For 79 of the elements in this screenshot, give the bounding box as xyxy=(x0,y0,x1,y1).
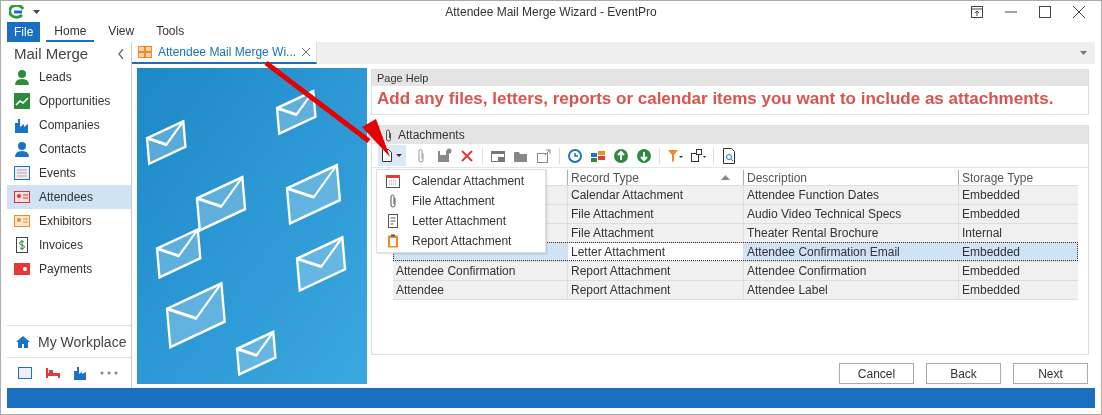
sidebar-item[interactable]: Opportunities xyxy=(7,89,131,113)
document-tab-label: Attendee Mail Merge Wi... xyxy=(158,45,297,59)
table-cell: Letter Attachment xyxy=(571,245,666,259)
person-icon xyxy=(14,141,30,157)
preview-icon[interactable] xyxy=(721,147,737,164)
table-cell: Theater Rental Brochure xyxy=(747,226,879,240)
table-cell: Embedded xyxy=(962,245,1021,259)
table-cell: Attendee Confirmation Email xyxy=(747,245,900,259)
table-cell: Embedded xyxy=(962,264,1021,278)
table-cell: Audio Video Technical Specs xyxy=(747,207,902,221)
home-icon xyxy=(16,335,30,348)
wizard-button[interactable]: Cancel xyxy=(839,363,914,384)
table-cell: Calendar Attachment xyxy=(571,188,684,202)
ribbon-tab[interactable]: Tools xyxy=(148,22,193,42)
ribbon-tab[interactable]: Home xyxy=(46,22,95,42)
table-cell: Attendee Confirmation xyxy=(747,264,867,278)
collapse-icon[interactable] xyxy=(118,48,124,59)
window-title: Attendee Mail Merge Wizard - EventPro xyxy=(445,4,657,19)
table-cell: Attendee Label xyxy=(747,283,828,297)
table-row[interactable]: Attendee Confirmation Report Attachment Attendee Confirmation Embedded xyxy=(393,261,1078,280)
table-cell: Attendee Function Dates xyxy=(747,188,880,202)
sidebar-item[interactable]: Leads xyxy=(7,65,131,89)
delete-icon[interactable] xyxy=(459,147,475,164)
factory-icon[interactable] xyxy=(74,366,86,380)
document-tab[interactable]: Attendee Mail Merge Wi... xyxy=(132,42,318,64)
page-help-text: Add any files, letters, reports or calendar items you want to include as attachments. xyxy=(376,88,1055,110)
minimize-icon[interactable] xyxy=(1005,10,1017,13)
ribbon-tab[interactable]: View xyxy=(100,22,143,42)
bed-icon[interactable] xyxy=(46,368,60,378)
table-cell: File Attachment xyxy=(571,226,654,240)
caret-icon xyxy=(396,154,402,157)
clipboard-icon xyxy=(386,234,400,248)
table-cell: Embedded xyxy=(962,188,1021,202)
table-cell: Attendee Confirmation xyxy=(396,264,516,278)
person-icon xyxy=(14,69,30,85)
sidebar-item[interactable]: Payments xyxy=(7,257,131,281)
wizard-button[interactable]: Back xyxy=(926,363,1001,384)
sidebar-item[interactable]: Exhibitors xyxy=(7,209,131,233)
id-card-icon xyxy=(14,189,30,205)
app-logo-icon xyxy=(9,4,25,19)
table-cell: Report Attachment xyxy=(571,283,671,297)
paperclip-icon xyxy=(385,128,392,142)
file-tab[interactable]: File xyxy=(7,22,41,42)
sidebar-item[interactable]: Attendees xyxy=(7,185,131,209)
sidebar-item[interactable]: Events xyxy=(7,161,131,185)
table-cell: Report Attachment xyxy=(571,264,671,278)
factory-icon xyxy=(14,117,30,133)
close-icon[interactable] xyxy=(302,48,311,56)
more-icon[interactable] xyxy=(100,371,118,375)
new-button[interactable] xyxy=(378,145,406,166)
wizard-icon xyxy=(138,46,152,58)
filter-icon[interactable] xyxy=(667,147,683,164)
sidebar-item[interactable]: Companies xyxy=(7,113,131,137)
export-icon[interactable] xyxy=(536,147,552,164)
table-cell: Embedded xyxy=(962,207,1021,221)
table-cell: Attendee xyxy=(396,283,445,297)
attachments-header: Attachments xyxy=(398,128,465,142)
my-workplace-link[interactable]: My Workplace xyxy=(38,333,127,350)
caret-icon[interactable] xyxy=(33,9,40,14)
restore-ribbon-icon[interactable] xyxy=(971,5,983,18)
sidebar-item[interactable]: Contacts xyxy=(7,137,131,161)
page-help-header: Page Help xyxy=(372,70,1088,86)
chart-icon xyxy=(14,93,30,109)
close-icon[interactable] xyxy=(1073,5,1085,18)
table-cell: Embedded xyxy=(962,283,1021,297)
sidebar-item[interactable]: Invoices xyxy=(7,233,131,257)
wizard-button[interactable]: Next xyxy=(1013,363,1088,384)
dollar-icon xyxy=(14,237,30,253)
maximize-icon[interactable] xyxy=(1039,5,1051,18)
table-cell: File Attachment xyxy=(571,207,654,221)
wallet-icon xyxy=(14,261,30,277)
id-card-icon xyxy=(14,213,30,229)
table-row[interactable]: Attendee Report Attachment Attendee Label Embedded xyxy=(393,280,1078,299)
history-icon[interactable] xyxy=(567,147,583,164)
document-icon xyxy=(386,214,400,228)
sidebar-title: Mail Merge xyxy=(14,45,89,62)
table-cell: Internal xyxy=(962,226,1003,240)
save-icon[interactable] xyxy=(436,147,452,164)
layout-icon[interactable] xyxy=(690,147,706,164)
